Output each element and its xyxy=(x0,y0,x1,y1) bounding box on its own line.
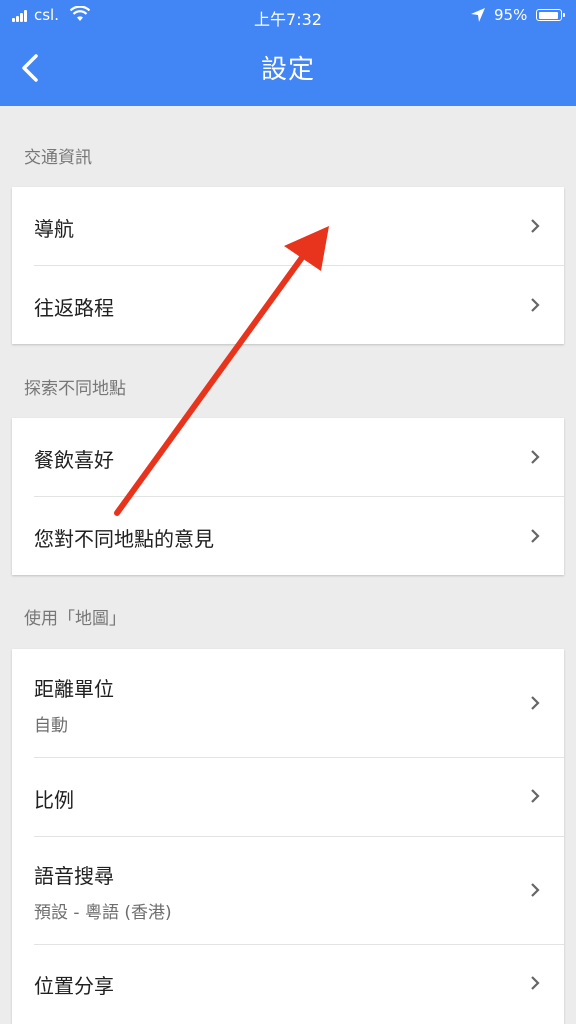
battery-icon xyxy=(536,9,565,21)
item-value: 預設 - 粵語 (香港) xyxy=(34,903,172,923)
section-label-explore: 探索不同地點 xyxy=(24,379,126,399)
app-header: csl. 上午7:32 95% 設定 xyxy=(0,0,576,106)
chevron-right-icon xyxy=(531,789,540,803)
chevron-right-icon xyxy=(531,450,540,464)
item-label: 您對不同地點的意見 xyxy=(34,527,214,551)
chevron-right-icon xyxy=(531,883,540,897)
settings-item-navigation[interactable]: 導航 xyxy=(12,187,564,265)
chevron-right-icon xyxy=(531,298,540,312)
chevron-right-icon xyxy=(531,529,540,543)
settings-item-scale[interactable]: 比例 xyxy=(12,757,564,836)
item-label: 導航 xyxy=(34,217,74,241)
item-label: 距離單位 xyxy=(34,677,114,701)
status-bar: csl. 上午7:32 95% xyxy=(0,0,576,32)
settings-item-location-sharing[interactable]: 位置分享 xyxy=(12,944,564,1024)
settings-item-food-preferences[interactable]: 餐飲喜好 xyxy=(12,418,564,496)
chevron-right-icon xyxy=(531,976,540,990)
location-arrow-icon xyxy=(471,8,485,22)
settings-item-commute[interactable]: 往返路程 xyxy=(12,265,564,344)
battery-percent: 95% xyxy=(494,6,528,24)
settings-item-distance-units[interactable]: 距離單位 自動 xyxy=(12,649,564,757)
settings-item-voice-search[interactable]: 語音搜尋 預設 - 粵語 (香港) xyxy=(12,836,564,944)
chevron-right-icon xyxy=(531,219,540,233)
card-explore: 餐飲喜好 您對不同地點的意見 xyxy=(12,418,564,575)
page-title: 設定 xyxy=(260,55,315,85)
item-label: 比例 xyxy=(34,788,74,812)
item-label: 位置分享 xyxy=(34,974,114,998)
item-value: 自動 xyxy=(34,716,68,736)
section-label-using-maps: 使用「地圖」 xyxy=(24,609,126,629)
item-label: 餐飲喜好 xyxy=(34,448,114,472)
card-traffic: 導航 往返路程 xyxy=(12,187,564,344)
card-using-maps: 距離單位 自動 比例 語音搜尋 預設 - 粵語 (香港) 位置分享 xyxy=(12,649,564,1024)
status-time: 上午7:32 xyxy=(254,10,322,29)
chevron-right-icon xyxy=(531,696,540,710)
section-label-traffic: 交通資訊 xyxy=(24,148,92,168)
item-label: 語音搜尋 xyxy=(34,864,114,888)
settings-item-place-opinions[interactable]: 您對不同地點的意見 xyxy=(12,496,564,575)
item-label: 往返路程 xyxy=(34,296,114,320)
